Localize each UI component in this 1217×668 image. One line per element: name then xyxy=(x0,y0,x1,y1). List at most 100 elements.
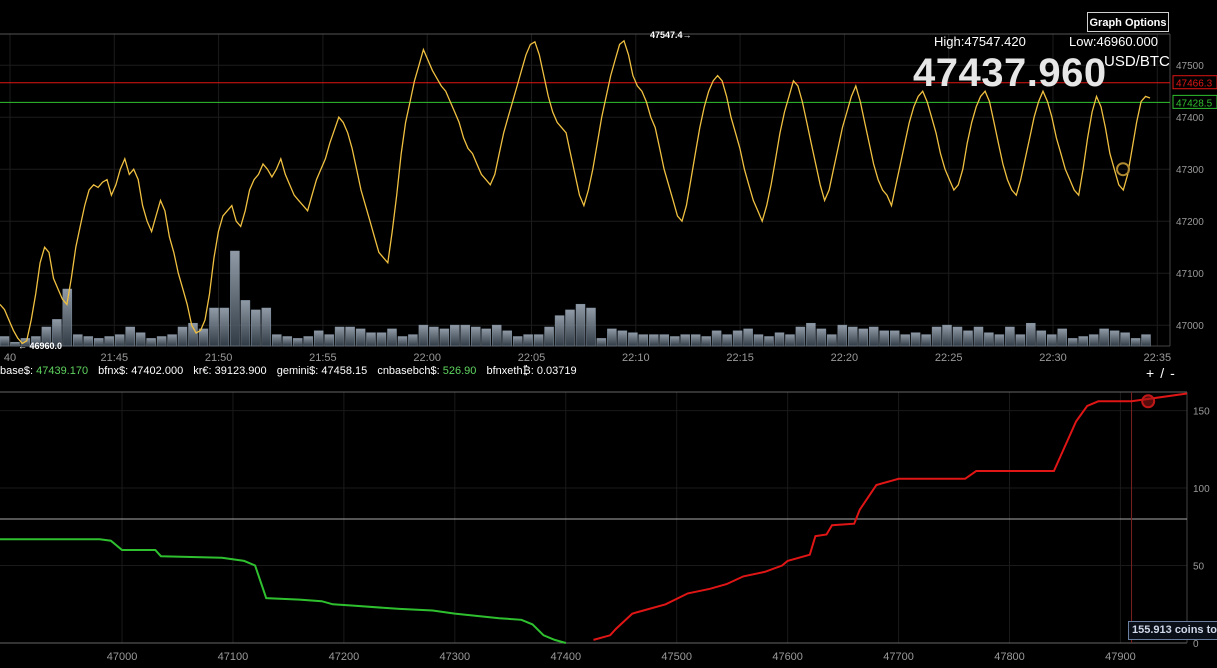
price-x-tick: 22:25 xyxy=(935,352,963,364)
bid-depth-line xyxy=(0,538,567,644)
volume-bar xyxy=(565,309,575,347)
volume-bar xyxy=(711,330,722,347)
volume-bar xyxy=(0,336,10,347)
depth-chart[interactable]: 47000 47100 47200 47300 47400 47500 47600 47700… xyxy=(0,390,1217,668)
volume-bar xyxy=(251,309,261,347)
volume-bar xyxy=(1067,338,1078,347)
volume-bars xyxy=(0,250,1151,347)
volume-bar xyxy=(931,326,942,347)
depth-x-tick: 47100 xyxy=(218,651,249,663)
volume-bar xyxy=(282,336,293,347)
coins-readout: 155.913 coins to t xyxy=(1128,621,1217,640)
exchange-ticker: base$: 47439.170 bfnx$: 47402.000 kr€: 3… xyxy=(0,365,1140,381)
volume-bar xyxy=(575,303,586,347)
volume-bar xyxy=(471,326,481,347)
depth-x-tick: 47400 xyxy=(550,651,581,663)
volume-bar xyxy=(994,334,1005,347)
high-value: 47547.420 xyxy=(964,34,1026,49)
volume-bar xyxy=(963,330,973,347)
ticker-value: 47402.000 xyxy=(131,365,184,377)
price-x-tick: 21:55 xyxy=(309,352,337,364)
low-annotation: ← 46960.0 xyxy=(18,341,62,351)
volume-bar xyxy=(544,326,554,347)
volume-bar xyxy=(848,326,858,347)
volume-bar xyxy=(491,324,502,347)
volume-bar xyxy=(1099,328,1109,347)
depth-x-tick: 47000 xyxy=(107,651,138,663)
low-label: Low: xyxy=(1069,34,1097,49)
price-x-tick: 22:35 xyxy=(1144,352,1172,364)
ticker-value: 47458.15 xyxy=(321,365,368,377)
ticker-item[interactable]: bfnx$: 47402.000 xyxy=(98,365,183,377)
volume-bar xyxy=(879,330,889,347)
volume-bar xyxy=(355,328,366,347)
zoom-in-button[interactable]: + xyxy=(1146,365,1154,381)
volume-bar xyxy=(313,330,324,347)
price-x-tick: 21:50 xyxy=(205,352,233,364)
volume-bar xyxy=(230,250,240,347)
price-x-tick: 21:45 xyxy=(101,352,129,364)
price-x-tick: 22:00 xyxy=(413,352,441,364)
volume-bar xyxy=(984,332,994,347)
volume-bar xyxy=(1047,334,1057,347)
volume-bar xyxy=(418,324,429,347)
depth-x-tick: 47600 xyxy=(772,651,803,663)
volume-bar xyxy=(1120,332,1130,347)
volume-bar xyxy=(73,334,83,347)
volume-bar xyxy=(1005,326,1015,347)
volume-bar xyxy=(83,336,94,347)
volume-bar xyxy=(942,324,952,347)
volume-bar xyxy=(1088,334,1099,347)
ticker-item[interactable]: base$: 47439.170 xyxy=(0,365,88,377)
volume-bar xyxy=(198,328,209,347)
depth-y-tick: 50 xyxy=(1193,562,1205,573)
volume-bar xyxy=(816,328,827,347)
price-y-tick: 47200 xyxy=(1176,217,1204,228)
volume-bar xyxy=(481,328,491,347)
volume-bar xyxy=(921,334,931,347)
volume-bar xyxy=(1109,330,1120,347)
volume-bar xyxy=(219,307,230,347)
volume-bar xyxy=(167,334,177,347)
volume-bar xyxy=(146,338,156,347)
ticker-name: bfnx$: xyxy=(98,365,129,377)
volume-bar xyxy=(303,336,313,347)
depth-x-tick: 47200 xyxy=(329,651,360,663)
price-y-tick: 47100 xyxy=(1176,269,1204,280)
depth-y-tick: 0 xyxy=(1193,639,1199,650)
ticker-value: 39123.900 xyxy=(214,365,267,377)
ticker-item[interactable]: kr€: 39123.900 xyxy=(193,365,266,377)
low-value: 46960.000 xyxy=(1096,34,1158,49)
price-x-tick: 22:15 xyxy=(726,352,754,364)
volume-bar xyxy=(502,330,512,347)
volume-bar xyxy=(439,328,450,347)
volume-bar xyxy=(1015,334,1026,347)
volume-bar xyxy=(722,334,732,347)
volume-bar xyxy=(701,336,711,347)
ticker-name: base$: xyxy=(0,365,34,377)
volume-bar xyxy=(512,336,523,347)
graph-options-button[interactable]: Graph Options xyxy=(1087,12,1169,32)
ticker-item[interactable]: gemini$: 47458.15 xyxy=(277,365,368,377)
volume-bar xyxy=(94,338,104,347)
zoom-separator: / xyxy=(1160,365,1165,381)
volume-bar xyxy=(680,334,690,347)
last-price: 47437.960 xyxy=(913,51,1107,95)
high-readout: High: 47547.420 xyxy=(934,34,1026,49)
ticker-value: 526.90 xyxy=(442,365,477,377)
ticker-name: cnbasebch$: xyxy=(377,365,440,377)
ticker-item[interactable]: cnbasebch$: 526.90 xyxy=(377,365,476,377)
ticker-value: 0.03719 xyxy=(536,365,577,377)
volume-bar xyxy=(649,334,659,347)
ticker-name: bfnxeth₿: xyxy=(486,365,534,377)
low-readout: Low: 46960.000 xyxy=(1069,34,1158,49)
volume-bar xyxy=(523,334,533,347)
volume-bar xyxy=(114,334,125,347)
depth-hover-marker xyxy=(1141,394,1156,409)
depth-x-tick: 47900 xyxy=(1105,651,1136,663)
zoom-out-button[interactable]: - xyxy=(1170,365,1175,381)
ticker-item[interactable]: bfnxeth₿: 0.03719 xyxy=(486,365,576,377)
price-y-tick: 47300 xyxy=(1176,165,1204,176)
volume-bar xyxy=(607,328,617,347)
volume-bar xyxy=(889,330,900,347)
